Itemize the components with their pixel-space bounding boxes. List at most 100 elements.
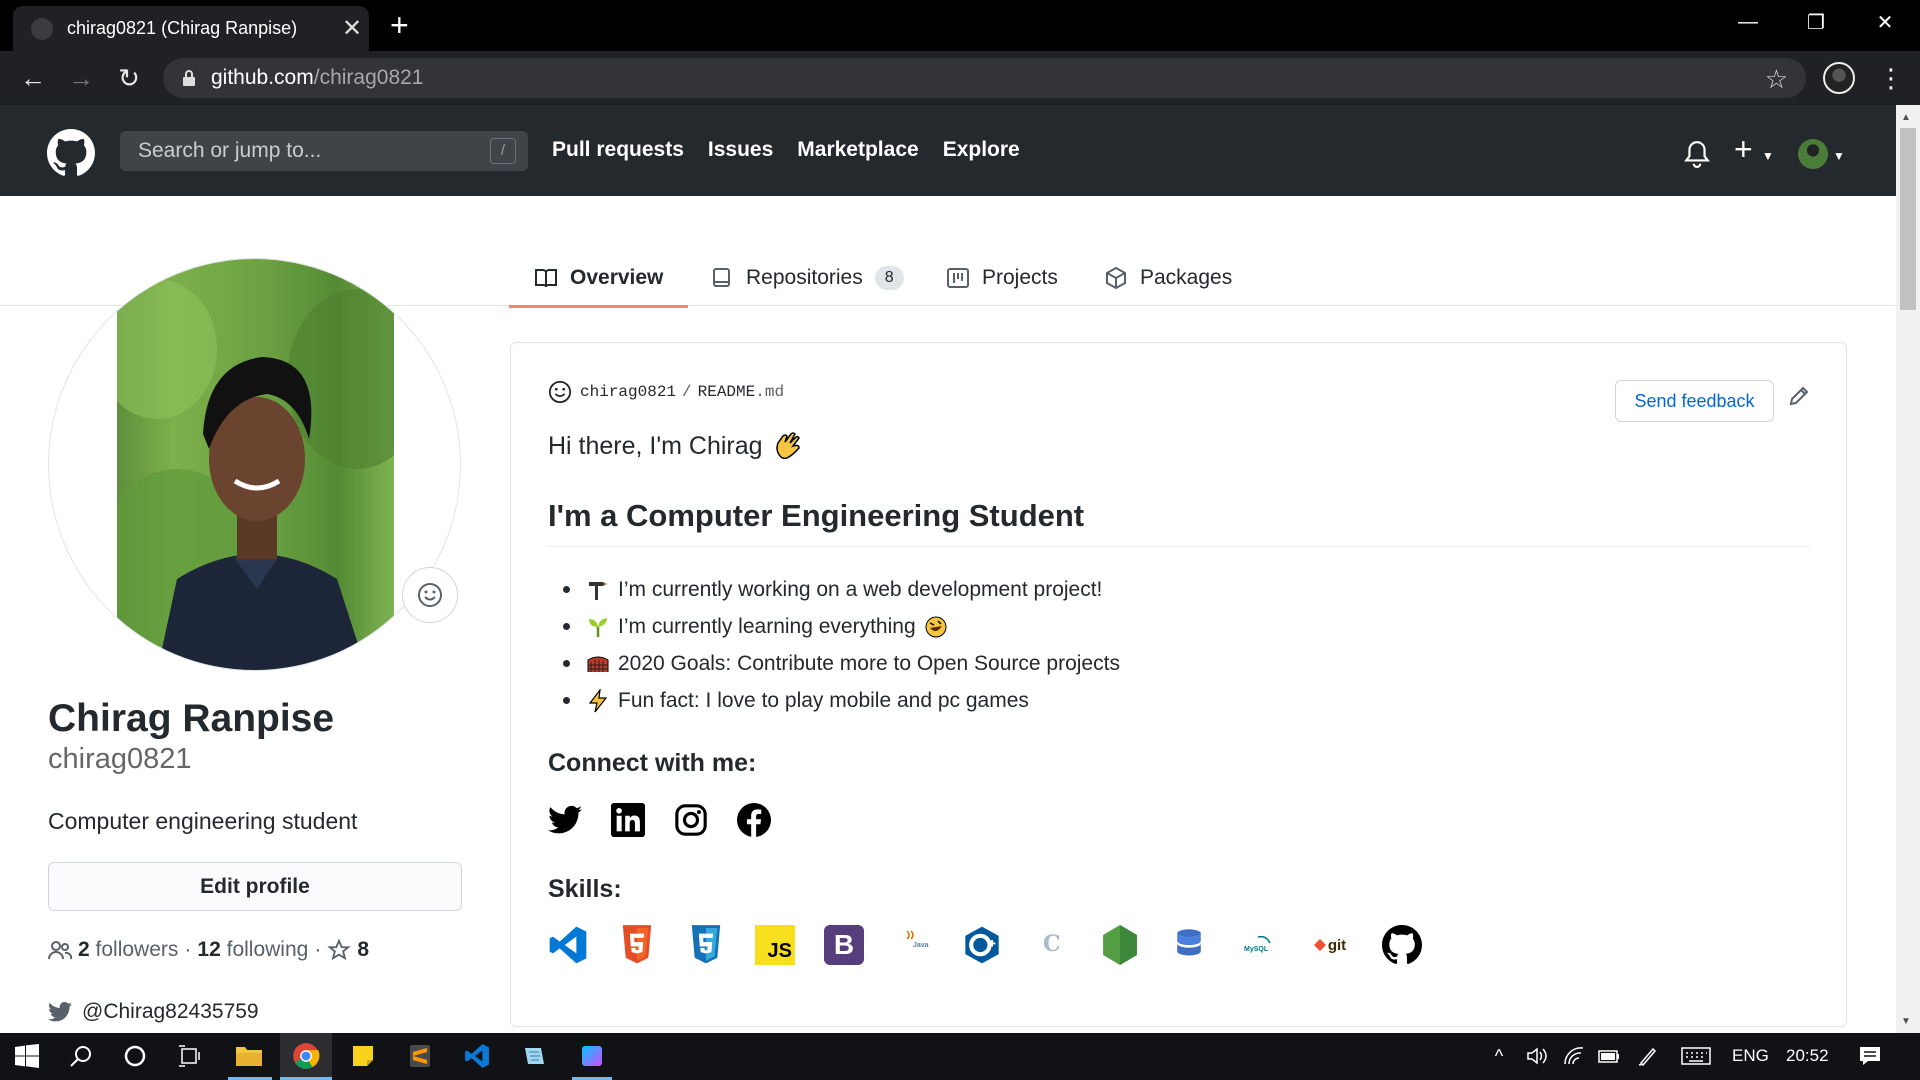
readme-file-name[interactable]: README [698, 383, 756, 401]
bookmark-star-icon[interactable]: ☆ [1765, 64, 1788, 95]
set-status-button[interactable] [402, 567, 458, 623]
cortana-icon[interactable] [120, 1041, 150, 1071]
nav-explore[interactable]: Explore [943, 138, 1020, 162]
touch-keyboard-icon[interactable] [1681, 1041, 1711, 1071]
skills-icons: JS B Java C MySQL git [548, 925, 1422, 965]
battery-icon[interactable] [1594, 1041, 1624, 1071]
search-input[interactable]: Search or jump to... / [120, 131, 528, 171]
html5-icon[interactable] [617, 925, 657, 965]
notepad-icon[interactable] [519, 1041, 549, 1071]
notifications-bell-icon[interactable] [1684, 140, 1710, 168]
bootstrap-icon[interactable]: B [824, 925, 864, 965]
mysql-icon[interactable]: MySQL [1238, 925, 1278, 965]
readme-heading: I'm a Computer Engineering Student [548, 498, 1085, 533]
css3-icon[interactable] [686, 925, 726, 965]
pen-workspace-icon[interactable] [1633, 1041, 1663, 1071]
chrome-icon[interactable] [291, 1041, 321, 1071]
skills-heading: Skills: [548, 875, 622, 903]
chevron-down-icon: ▼ [1833, 149, 1845, 163]
readme-greeting: Hi there, I'm Chirag [548, 431, 803, 461]
lock-icon [183, 70, 195, 86]
scrollbar-thumb[interactable] [1900, 128, 1916, 310]
vscode-icon[interactable] [548, 925, 588, 965]
file-explorer-icon[interactable] [234, 1041, 264, 1071]
linkedin-icon[interactable] [611, 803, 645, 837]
wifi-icon[interactable] [1559, 1041, 1589, 1071]
input-language[interactable]: ENG [1732, 1046, 1769, 1066]
readme-bullet-list: I’m currently working on a web developme… [563, 571, 1120, 719]
tab-repositories[interactable]: Repositories 8 [710, 250, 904, 305]
task-view-icon[interactable] [174, 1041, 204, 1071]
readme-owner-link[interactable]: chirag0821 [580, 383, 676, 401]
nav-issues[interactable]: Issues [708, 138, 773, 162]
pencil-edit-icon[interactable] [1788, 385, 1810, 407]
scroll-up-arrow-icon[interactable]: ▲ [1901, 112, 1911, 123]
scroll-down-arrow-icon[interactable]: ▼ [1901, 1016, 1911, 1027]
notifications-icon[interactable] [1855, 1041, 1885, 1071]
smiley-icon [548, 380, 572, 404]
create-new-plus-icon[interactable]: + [1734, 131, 1753, 168]
edit-profile-button[interactable]: Edit profile [48, 862, 462, 911]
github-icon[interactable] [1382, 925, 1422, 965]
profile-avatar[interactable] [48, 258, 461, 671]
tray-chevron-up-icon[interactable]: ^ [1484, 1041, 1514, 1071]
send-feedback-button[interactable]: Send feedback [1615, 380, 1774, 422]
followers-count: 2 [78, 938, 90, 961]
forward-icon[interactable]: → [66, 63, 96, 93]
git-icon[interactable]: git [1307, 925, 1353, 965]
chrome-profile-avatar[interactable] [1823, 62, 1855, 94]
search-icon[interactable] [66, 1041, 96, 1071]
clock[interactable]: 20:52 [1786, 1046, 1829, 1066]
tab-packages[interactable]: Packages [1104, 250, 1232, 305]
java-icon[interactable]: Java [893, 925, 933, 965]
cplusplus-icon[interactable] [962, 925, 1002, 965]
hammer-icon [589, 581, 607, 600]
twitter-link[interactable]: @Chirag82435759 [48, 1000, 259, 1024]
volume-icon[interactable] [1522, 1041, 1552, 1071]
vscode-taskbar-icon[interactable] [462, 1041, 492, 1071]
user-menu-avatar[interactable] [1798, 139, 1828, 169]
bullet-text: 2020 Goals: Contribute more to Open Sour… [618, 651, 1120, 675]
tab-projects[interactable]: Projects [946, 250, 1058, 305]
header-nav: Pull requests Issues Marketplace Explore [552, 138, 1020, 162]
sticky-notes-icon[interactable] [348, 1041, 378, 1071]
readme-file-ext: .md [755, 383, 785, 401]
readme-breadcrumb: chirag0821 / README .md [548, 380, 784, 404]
profile-photo [97, 259, 427, 670]
instagram-icon[interactable] [674, 803, 708, 837]
minimize-icon[interactable]: — [1713, 0, 1783, 44]
following-link[interactable]: 12 following [197, 938, 308, 962]
browser-tab[interactable]: chirag0821 (Chirag Ranpise) ✕ [13, 6, 369, 51]
github-logo-icon[interactable] [47, 129, 95, 177]
package-icon [1106, 266, 1126, 289]
twitter-icon[interactable] [548, 803, 582, 837]
readme-card: chirag0821 / README .md Send feedback Hi … [510, 342, 1847, 1027]
close-tab-icon[interactable]: ✕ [335, 14, 369, 43]
javascript-icon[interactable]: JS [755, 925, 795, 965]
app-icon[interactable] [577, 1041, 607, 1071]
list-item: Fun fact: I love to play mobile and pc g… [563, 682, 1120, 719]
chrome-menu-icon[interactable]: ⋮ [1878, 63, 1904, 94]
new-tab-icon[interactable]: + [390, 9, 409, 41]
database-icon[interactable] [1169, 925, 1209, 965]
tab-repositories-label: Repositories [746, 265, 863, 289]
js-label: JS [767, 940, 792, 962]
windows-start-icon[interactable] [12, 1041, 42, 1071]
reload-icon[interactable]: ↻ [114, 63, 144, 93]
sublime-text-icon[interactable] [405, 1041, 435, 1071]
stars-link[interactable]: 8 [327, 938, 369, 962]
nav-marketplace[interactable]: Marketplace [797, 138, 918, 162]
smiley-icon [418, 583, 442, 607]
address-bar[interactable]: github.com/chirag0821 ☆ [163, 58, 1806, 98]
nav-pull-requests[interactable]: Pull requests [552, 138, 684, 162]
restore-icon[interactable]: ❐ [1781, 0, 1851, 44]
followers-link[interactable]: 2 followers [78, 938, 178, 962]
tab-overview-label: Overview [570, 265, 664, 289]
back-icon[interactable]: ← [18, 63, 48, 93]
nodejs-icon[interactable] [1100, 925, 1140, 965]
tab-overview[interactable]: Overview [508, 250, 689, 308]
close-window-icon[interactable]: ✕ [1850, 0, 1920, 44]
c-language-icon[interactable]: C [1031, 925, 1071, 965]
star-icon [327, 939, 352, 961]
facebook-icon[interactable] [737, 803, 771, 837]
